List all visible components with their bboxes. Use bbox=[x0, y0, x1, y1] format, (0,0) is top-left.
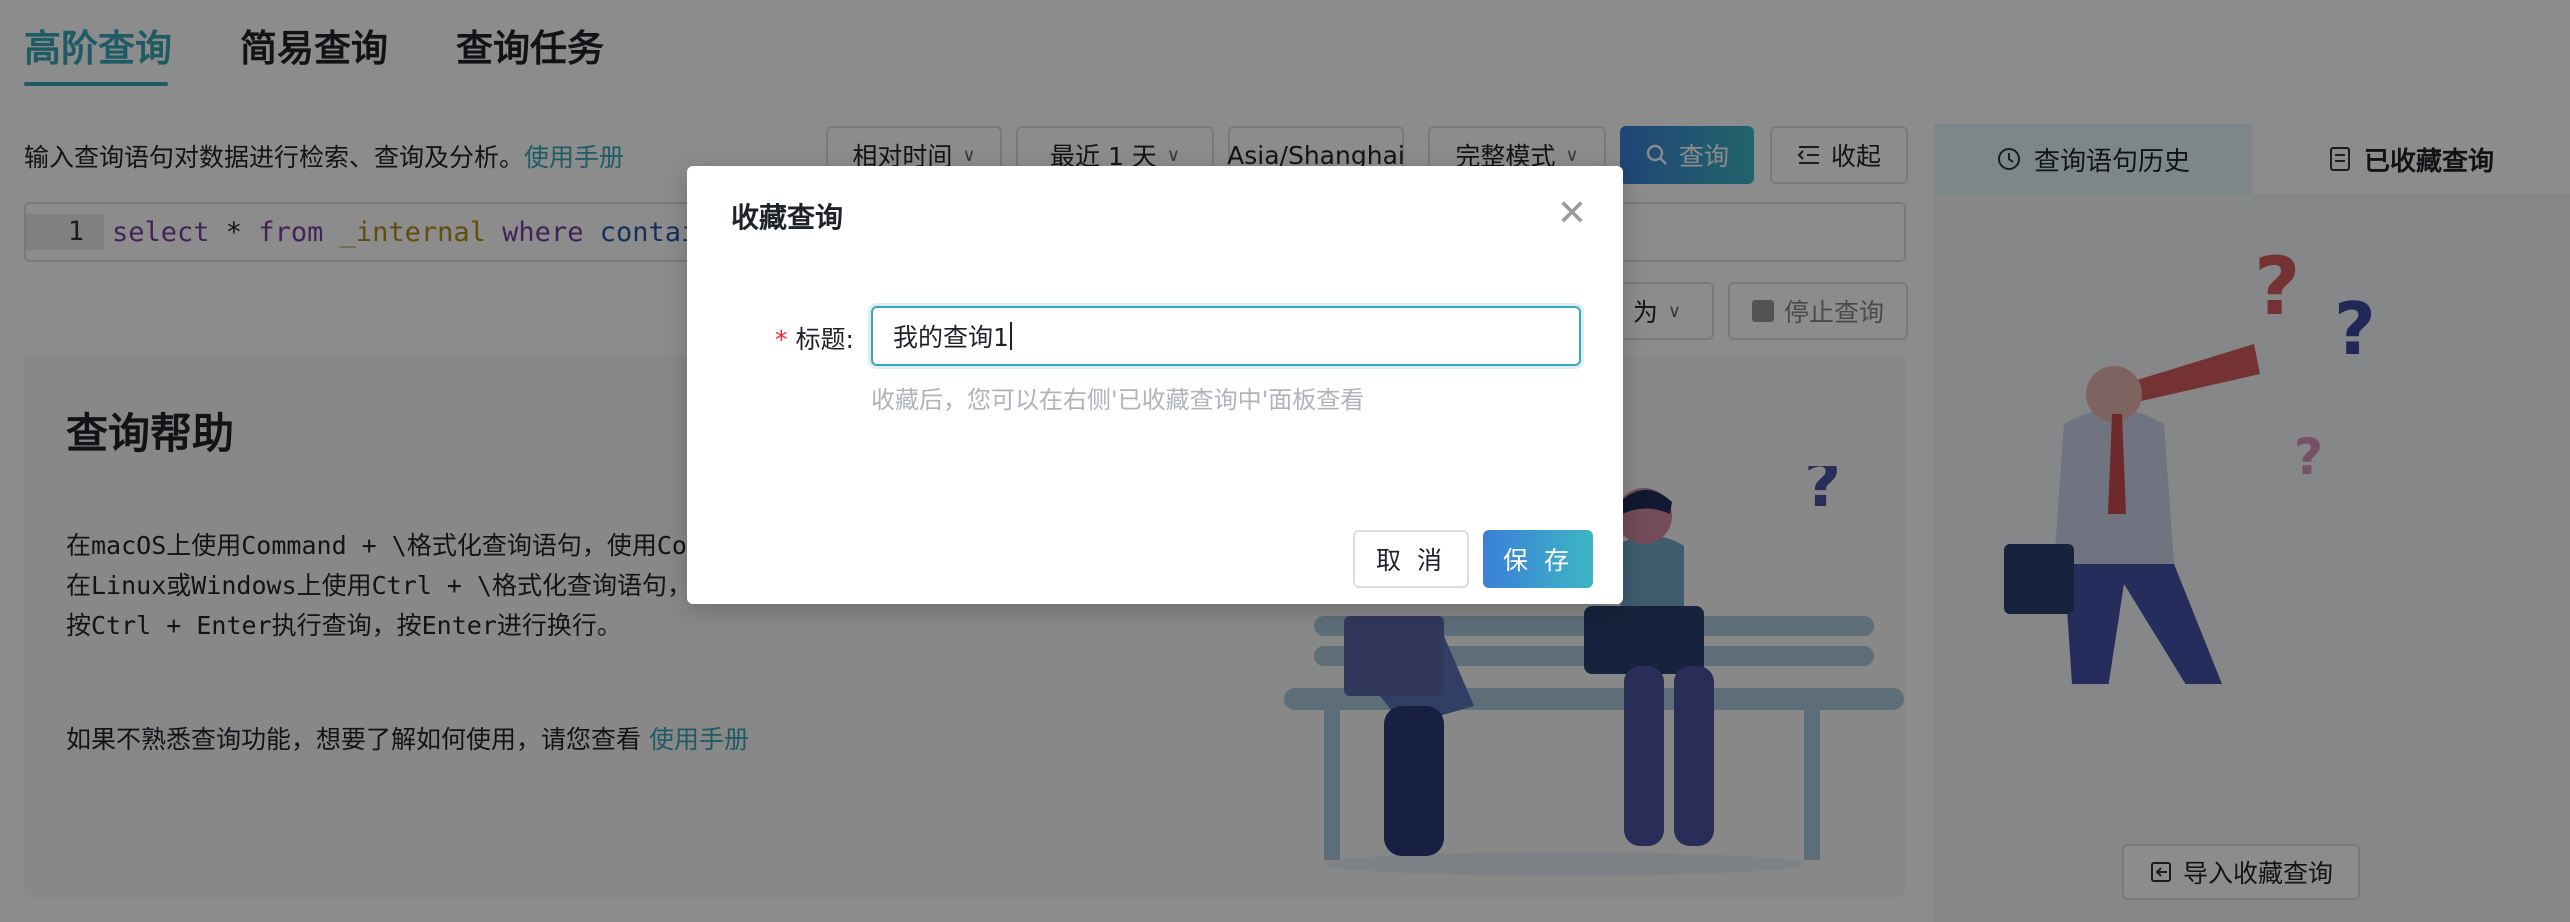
required-mark: * bbox=[775, 325, 796, 354]
favorite-query-dialog: 收藏查询 ✕ * 标题: 我的查询1 收藏后，您可以在右侧'已收藏查询中'面板查… bbox=[687, 166, 1623, 604]
title-input-value: 我的查询1 bbox=[893, 323, 1009, 352]
title-help-text: 收藏后，您可以在右侧'已收藏查询中'面板查看 bbox=[871, 386, 1365, 414]
title-field-label: * 标题: bbox=[775, 320, 854, 356]
title-label-text: 标题: bbox=[795, 325, 854, 354]
text-caret bbox=[1009, 322, 1012, 350]
close-icon[interactable]: ✕ bbox=[1557, 196, 1587, 232]
dialog-title: 收藏查询 bbox=[731, 201, 844, 234]
title-input[interactable]: 我的查询1 bbox=[871, 306, 1581, 366]
cancel-button[interactable]: 取 消 bbox=[1353, 530, 1469, 588]
save-button[interactable]: 保 存 bbox=[1483, 530, 1593, 588]
